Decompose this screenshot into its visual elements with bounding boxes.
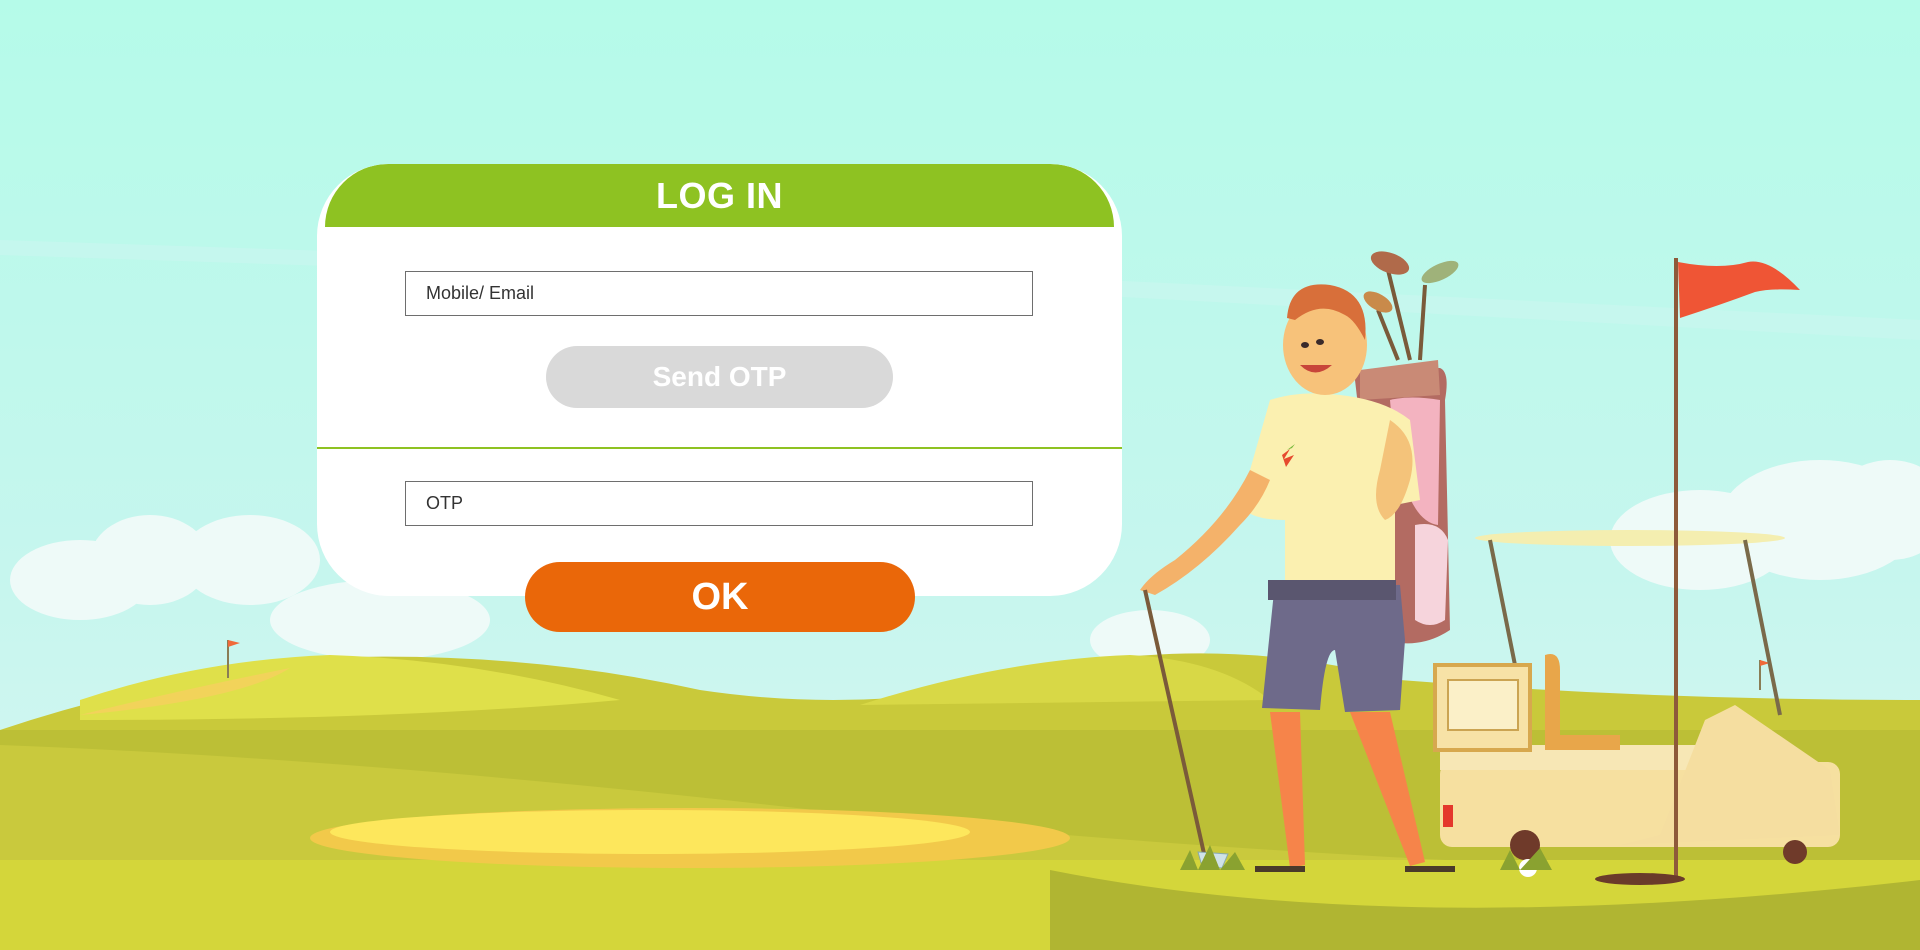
mobile-email-input[interactable] bbox=[405, 271, 1033, 316]
ok-button[interactable]: OK bbox=[525, 562, 915, 632]
send-otp-button[interactable]: Send OTP bbox=[546, 346, 893, 408]
login-title: LOG IN bbox=[656, 174, 783, 216]
login-card: LOG IN Send OTP bbox=[317, 164, 1122, 596]
login-header: LOG IN bbox=[325, 164, 1114, 227]
otp-input[interactable] bbox=[405, 481, 1033, 526]
divider bbox=[317, 447, 1122, 449]
